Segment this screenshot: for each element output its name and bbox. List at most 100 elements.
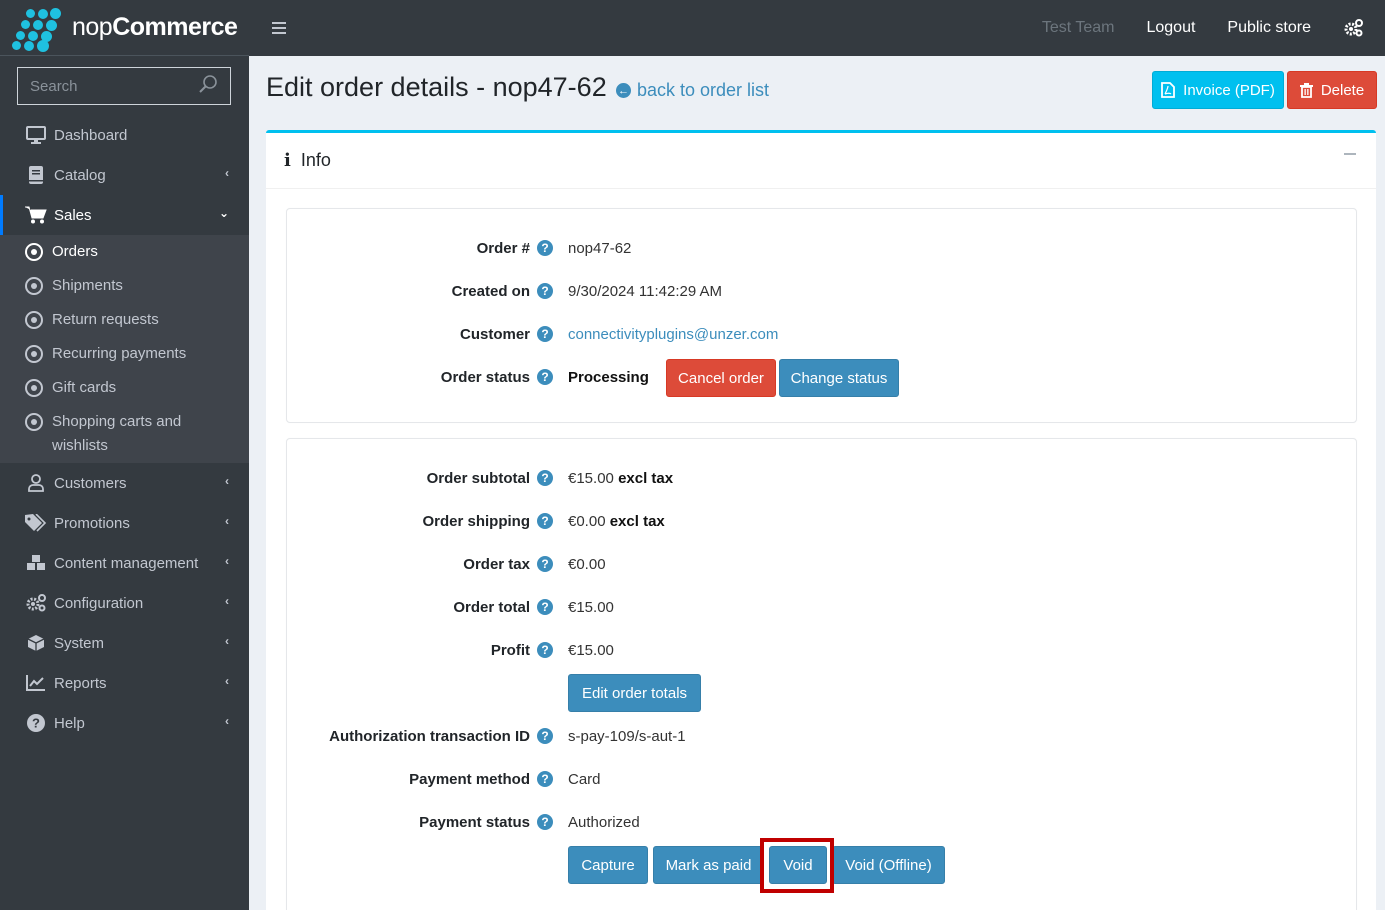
- created-on-value: 9/30/2024 11:42:29 AM: [568, 282, 723, 300]
- auth-transaction-value: s-pay-109/s-aut-1: [568, 727, 686, 745]
- payment-status-value: Authorized: [568, 813, 640, 831]
- logout-link[interactable]: Logout: [1146, 19, 1195, 37]
- tags-icon: [25, 513, 47, 533]
- sidebar-item-label: Help: [54, 714, 85, 732]
- sidebar-item-label: Content management: [54, 554, 199, 572]
- trash-icon: [1299, 82, 1313, 98]
- order-shipping-row: Order shipping ? €0.00 excl tax: [422, 512, 665, 530]
- order-subtotal-row: Order subtotal ? €15.00 excl tax: [426, 469, 674, 487]
- book-icon: [25, 165, 47, 185]
- chevron-left-icon: ‹: [225, 674, 229, 688]
- cancel-order-button[interactable]: Cancel order: [666, 359, 776, 397]
- sidebar-item-catalog[interactable]: Catalog ‹: [0, 155, 249, 195]
- chevron-left-icon: ‹: [225, 166, 229, 180]
- sidebar-item-label: Customers: [54, 474, 127, 492]
- help-icon[interactable]: ?: [537, 369, 553, 385]
- sidebar-item-promotions[interactable]: Promotions ‹: [0, 503, 249, 543]
- sidebar: Dashboard Catalog ‹ Sales ⌄ Orders Shipm…: [0, 56, 249, 910]
- order-status-row: Order status ? Processing Cancel order C…: [287, 359, 1356, 397]
- logo-dots-icon: [12, 7, 64, 52]
- capture-button[interactable]: Capture: [568, 846, 648, 884]
- order-total-row: Order total ? €15.00: [453, 598, 614, 616]
- edit-order-totals-button[interactable]: Edit order totals: [568, 674, 701, 712]
- public-store-link[interactable]: Public store: [1227, 19, 1311, 37]
- circle-dot-icon: [25, 413, 43, 431]
- collapse-icon[interactable]: [1344, 153, 1356, 155]
- payment-status-row: Payment status ? Authorized: [419, 813, 640, 831]
- sidebar-item-label: Configuration: [54, 594, 144, 612]
- sidebar-subitem-shipments[interactable]: Shipments: [0, 274, 249, 298]
- chevron-left-icon: ‹: [225, 554, 229, 568]
- search-icon[interactable]: [198, 74, 218, 98]
- sidebar-item-reports[interactable]: Reports ‹: [0, 663, 249, 703]
- circle-dot-icon: [25, 277, 43, 295]
- circle-dot-icon: [25, 311, 43, 329]
- current-user-link[interactable]: Test Team: [1042, 19, 1115, 37]
- payment-method-row: Payment method ? Card: [409, 770, 601, 788]
- sidebar-item-label: Promotions: [54, 514, 130, 532]
- chevron-left-icon: ‹: [225, 594, 229, 608]
- help-icon[interactable]: ?: [537, 470, 553, 486]
- help-icon[interactable]: ?: [537, 814, 553, 830]
- help-icon[interactable]: ?: [537, 599, 553, 615]
- order-shipping-value: €0.00 excl tax: [568, 512, 665, 530]
- chart-line-icon: [25, 673, 47, 693]
- sidebar-item-dashboard[interactable]: Dashboard: [0, 115, 249, 155]
- help-icon[interactable]: ?: [537, 240, 553, 256]
- help-icon[interactable]: ?: [537, 556, 553, 572]
- search-input[interactable]: [30, 77, 190, 95]
- user-icon: [25, 473, 47, 493]
- sidebar-item-system[interactable]: System ‹: [0, 623, 249, 663]
- chevron-left-icon: ‹: [225, 714, 229, 728]
- sidebar-subitem-shopping-carts[interactable]: Shopping carts and wishlists: [0, 410, 249, 458]
- info-card: i Info Order # ? nop47-62 Created on ? 9…: [266, 130, 1376, 910]
- sidebar-subitem-return-requests[interactable]: Return requests: [0, 308, 249, 332]
- sidebar-subitem-orders[interactable]: Orders: [0, 240, 249, 264]
- card-header[interactable]: i Info: [266, 133, 1376, 189]
- customer-email-link[interactable]: connectivityplugins@unzer.com: [568, 326, 778, 343]
- customer-row: Customer ? connectivityplugins@unzer.com: [459, 325, 779, 343]
- mark-as-paid-button[interactable]: Mark as paid: [653, 846, 764, 884]
- help-icon[interactable]: ?: [537, 513, 553, 529]
- help-icon[interactable]: ?: [537, 771, 553, 787]
- invoice-pdf-button[interactable]: Invoice (PDF): [1152, 71, 1284, 109]
- brand-logo[interactable]: nopCommerce: [0, 0, 249, 56]
- cube-icon: [25, 633, 47, 653]
- gears-icon: [25, 593, 47, 613]
- change-status-button[interactable]: Change status: [779, 359, 899, 397]
- help-icon[interactable]: ?: [537, 283, 553, 299]
- brand-name: nopCommerce: [72, 13, 238, 41]
- sidebar-item-sales[interactable]: Sales ⌄: [0, 195, 249, 235]
- order-tax-row: Order tax ? €0.00: [463, 555, 606, 573]
- desktop-icon: [25, 125, 47, 145]
- order-info-panel: Order # ? nop47-62 Created on ? 9/30/202…: [286, 208, 1357, 423]
- gears-icon[interactable]: [1343, 17, 1365, 39]
- sidebar-search[interactable]: [17, 67, 231, 105]
- chevron-left-icon: ‹: [225, 474, 229, 488]
- help-icon[interactable]: ?: [537, 728, 553, 744]
- sidebar-subitem-recurring-payments[interactable]: Recurring payments: [0, 342, 249, 366]
- hamburger-icon[interactable]: [272, 22, 286, 34]
- profit-row: Profit ? €15.00: [490, 641, 614, 659]
- order-number-value: nop47-62: [568, 239, 632, 257]
- cubes-icon: [25, 553, 47, 573]
- help-icon[interactable]: ?: [537, 326, 553, 342]
- page-title: Edit order details - nop47-62: [266, 72, 607, 102]
- help-icon[interactable]: ?: [537, 642, 553, 658]
- sidebar-item-customers[interactable]: Customers ‹: [0, 463, 249, 503]
- delete-button[interactable]: Delete: [1287, 71, 1377, 109]
- sidebar-item-label: Dashboard: [54, 126, 128, 144]
- question-circle-icon: ?: [25, 713, 47, 733]
- sidebar-subitem-gift-cards[interactable]: Gift cards: [0, 376, 249, 400]
- chevron-left-icon: ‹: [225, 634, 229, 648]
- sidebar-item-configuration[interactable]: Configuration ‹: [0, 583, 249, 623]
- sales-submenu: Orders Shipments Return requests Recurri…: [0, 235, 249, 463]
- void-offline-button[interactable]: Void (Offline): [832, 846, 945, 884]
- sidebar-item-help[interactable]: ? Help ‹: [0, 703, 249, 743]
- card-title: Info: [300, 150, 331, 170]
- sidebar-item-content-management[interactable]: Content management ‹: [0, 543, 249, 583]
- sidebar-item-label: System: [54, 634, 105, 652]
- back-to-order-list-link[interactable]: ← back to order list: [616, 80, 769, 101]
- order-tax-value: €0.00: [568, 555, 606, 573]
- circle-dot-icon: [25, 379, 43, 397]
